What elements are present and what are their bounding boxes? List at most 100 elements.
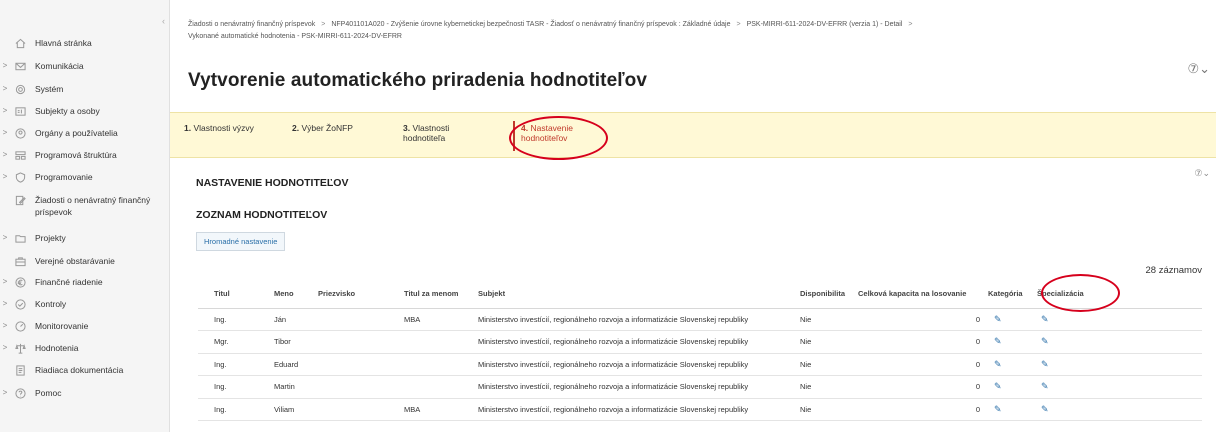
table-row[interactable]: Ing. Martin Ministerstvo investícií, regio…: [198, 375, 1202, 399]
sidebar-item-label: Verejné obstarávanie: [35, 256, 115, 266]
step-1[interactable]: 1. Vlastnosti výzvy: [184, 123, 254, 133]
pencil-icon[interactable]: ✎: [994, 359, 1002, 369]
sidebar-item[interactable]: Verejné obstarávanie: [0, 255, 170, 267]
pencil-icon[interactable]: ✎: [1041, 359, 1049, 369]
cell-meno: Martin: [270, 375, 314, 399]
cell-titul: Ing.: [198, 308, 270, 331]
breadcrumb-item[interactable]: Žiadosti o nenávratný finančný príspevok: [188, 21, 315, 28]
sidebar-item[interactable]: > Monitorovanie: [0, 320, 170, 332]
help-icon[interactable]: ⑦⌄: [1194, 168, 1210, 179]
sidebar-item[interactable]: > Pomoc: [0, 387, 170, 399]
chevron-right-icon: >: [2, 172, 8, 181]
sidebar-item[interactable]: Žiadosti o nenávratný finančný príspevok: [0, 194, 170, 218]
section-title: NASTAVENIE HODNOTITEĽOV: [196, 177, 349, 189]
shield-icon: [12, 171, 28, 183]
breadcrumb-item[interactable]: Vykonané automatické hodnotenia - PSK-MI…: [188, 33, 402, 40]
pencil-icon[interactable]: ✎: [1041, 314, 1049, 324]
table-row[interactable]: Ing. Viliam MBA Ministerstvo investícií, re…: [198, 398, 1202, 421]
sidebar-item-label: Projekty: [35, 233, 66, 243]
table-row[interactable]: Ing. Ján MBA Ministerstvo investícií, regio…: [198, 308, 1202, 331]
sidebar-item-label: Systém: [35, 84, 64, 94]
col-header-titul[interactable]: Titul: [198, 280, 270, 309]
sidebar-item[interactable]: > Programovanie: [0, 171, 170, 183]
step-label: Výber ŽoNFP: [301, 123, 353, 133]
cell-titul: Mgr.: [198, 330, 270, 354]
sidebar-item[interactable]: Riadiaca dokumentácia: [0, 364, 170, 376]
sidebar-item[interactable]: > Finančné riadenie: [0, 276, 170, 288]
mail-icon: [12, 60, 28, 72]
cell-kapacita: 0: [854, 308, 984, 331]
chevron-right-icon: >: [2, 321, 8, 330]
cell-subjekt: Ministerstvo investícií, regionálneho ro…: [474, 308, 796, 331]
chevron-right-icon: >: [2, 233, 8, 242]
sidebar-item[interactable]: > Subjekty a osoby: [0, 105, 170, 117]
step-2[interactable]: 2. Výber ŽoNFP: [292, 123, 353, 133]
sidebar-item[interactable]: > Orgány a používatelia: [0, 127, 170, 139]
sidebar-item[interactable]: > Programová štruktúra: [0, 149, 170, 161]
breadcrumb-item[interactable]: PSK-MIRRI-611-2024-DV-EFRR (verzia 1) - …: [747, 21, 903, 28]
col-header-disponibilita[interactable]: Disponibilita: [796, 280, 854, 309]
col-header-titul-za-menom[interactable]: Titul za menom: [400, 280, 474, 309]
col-header-specializacia[interactable]: Špecializácia: [1033, 280, 1202, 309]
table-row[interactable]: Ing. Eduard Ministerstvo investícií, regio…: [198, 353, 1202, 376]
cell-subjekt: Ministerstvo investícií, regionálneho ro…: [474, 353, 796, 376]
edit-category-cell: ✎: [984, 330, 1033, 354]
check-circle-icon: [12, 298, 28, 310]
sidebar-item[interactable]: > Hodnotenia: [0, 342, 170, 354]
gauge-icon: [12, 320, 28, 332]
cell-priezvisko: [314, 330, 400, 354]
bulk-settings-button[interactable]: Hromadné nastavenie: [196, 232, 286, 251]
pencil-icon[interactable]: ✎: [994, 314, 1002, 324]
edit-document-icon: [12, 194, 28, 206]
pencil-icon[interactable]: ✎: [1041, 336, 1049, 346]
step-4-active[interactable]: 4. Nastavenie hodnotiteľov: [513, 121, 573, 151]
pencil-icon[interactable]: ✎: [1041, 381, 1049, 391]
sidebar-item-label: Subjekty a osoby: [35, 106, 100, 116]
cell-meno: Ján: [270, 308, 314, 331]
col-header-kategoria[interactable]: Kategória: [984, 280, 1033, 309]
col-header-kapacita[interactable]: Celková kapacita na losovanie: [854, 280, 984, 309]
structure-icon: [12, 149, 28, 161]
col-header-subjekt[interactable]: Subjekt: [474, 280, 796, 309]
pencil-icon[interactable]: ✎: [994, 381, 1002, 391]
step-3[interactable]: 3. Vlastnosti hodnotiteľa: [403, 123, 449, 143]
sidebar-item[interactable]: > Komunikácia: [0, 60, 170, 72]
table-row[interactable]: Mgr. Tibor Ministerstvo investícií, region…: [198, 330, 1202, 354]
pencil-icon[interactable]: ✎: [994, 336, 1002, 346]
sidebar-item-label: Monitorovanie: [35, 321, 89, 331]
edit-category-cell: ✎: [984, 353, 1033, 376]
pencil-icon[interactable]: ✎: [994, 404, 1002, 414]
edit-specialization-cell: ✎: [1033, 308, 1202, 331]
chevron-right-icon: >: [321, 21, 326, 28]
step-label: Vlastnosti výzvy: [193, 123, 254, 133]
briefcase-icon: [12, 255, 28, 267]
sidebar-item-label: Programová štruktúra: [35, 150, 117, 160]
sidebar-item-label: Orgány a používatelia: [35, 128, 118, 138]
cell-titul-za-menom: [400, 330, 474, 354]
sidebar-item-label: Riadiaca dokumentácia: [35, 365, 124, 375]
col-header-meno[interactable]: Meno: [270, 280, 314, 309]
evaluators-table: Titul Meno Priezvisko Titul za menom Sub…: [198, 280, 1202, 421]
breadcrumb-item[interactable]: NFP401101A020 - Zvýšenie úrovne kybernet…: [331, 21, 730, 28]
record-count: 28 záznamov: [1145, 265, 1202, 276]
pencil-icon[interactable]: ✎: [1041, 404, 1049, 414]
collapse-sidebar-icon[interactable]: ‹: [162, 16, 165, 26]
user-circle-icon: [12, 127, 28, 139]
sidebar-item-label: Hodnotenia: [35, 343, 79, 353]
edit-specialization-cell: ✎: [1033, 398, 1202, 421]
sidebar-item-label: Programovanie: [35, 172, 93, 182]
step-label: hodnotiteľa: [403, 133, 446, 143]
help-icon[interactable]: ⑦⌄: [1187, 61, 1210, 77]
cell-kapacita: 0: [854, 375, 984, 399]
sidebar-item-label: Hlavná stránka: [35, 38, 92, 48]
col-header-priezvisko[interactable]: Priezvisko: [314, 280, 400, 309]
cell-titul-za-menom: MBA: [400, 398, 474, 421]
sidebar-item-label: Finančné riadenie: [35, 277, 103, 287]
cell-kapacita: 0: [854, 353, 984, 376]
sidebar-item[interactable]: > Projekty: [0, 232, 170, 244]
cell-titul: Ing.: [198, 375, 270, 399]
sidebar-item[interactable]: Hlavná stránka: [0, 37, 170, 49]
sidebar-item[interactable]: > Kontroly: [0, 298, 170, 310]
chevron-right-icon: >: [908, 21, 913, 28]
sidebar-item[interactable]: > Systém: [0, 83, 170, 95]
